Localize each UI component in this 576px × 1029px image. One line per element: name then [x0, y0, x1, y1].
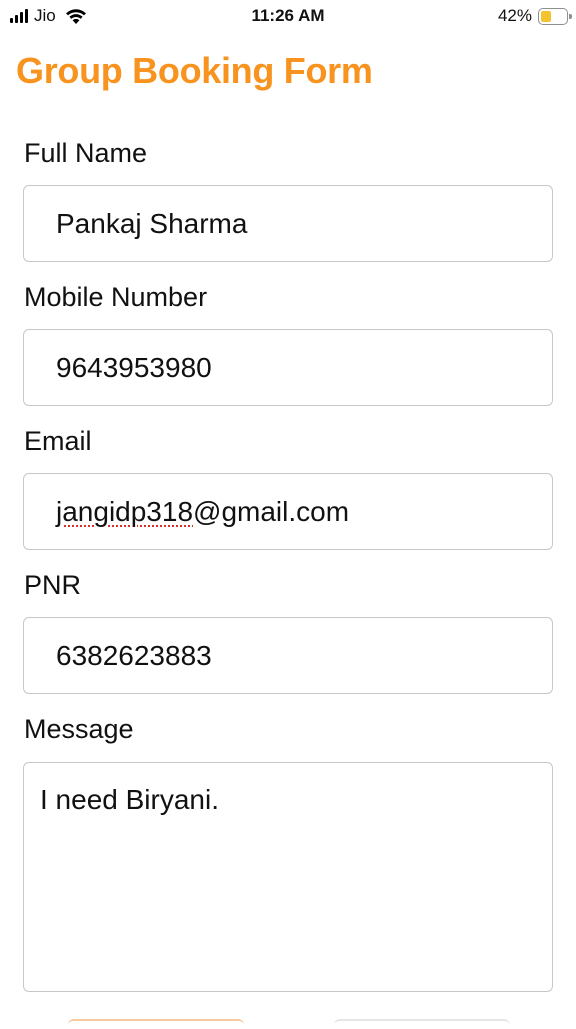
full-name-label: Full Name: [24, 138, 148, 168]
page-title: Group Booking Form: [16, 50, 373, 91]
battery-icon: [538, 7, 572, 25]
status-right: 42%: [497, 5, 572, 27]
reset-button-partial[interactable]: [334, 1019, 510, 1029]
mobile-number-label: Mobile Number: [24, 282, 208, 312]
mobile-number-field[interactable]: 9643953980: [23, 329, 553, 406]
message-value: I need Biryani.: [40, 784, 219, 815]
message-label: Message: [24, 714, 134, 744]
submit-button-partial[interactable]: [68, 1019, 244, 1029]
email-field[interactable]: jangidp318@gmail.com: [23, 473, 553, 550]
status-bar: Jio 11:26 AM 42%: [0, 0, 576, 32]
battery-percent: 42%: [497, 6, 532, 25]
battery-level-fill: [541, 10, 551, 22]
mobile-number-value: 9643953980: [56, 351, 212, 383]
email-domain-part: @gmail.com: [193, 495, 350, 527]
email-label: Email: [24, 426, 92, 456]
full-name-value: Pankaj Sharma: [56, 207, 248, 239]
pnr-field[interactable]: 6382623883: [23, 617, 553, 694]
email-misspelled-part: jangidp318: [56, 495, 194, 527]
email-value: jangidp318@gmail.com: [56, 496, 349, 528]
message-textarea[interactable]: I need Biryani.: [23, 762, 553, 992]
full-name-field[interactable]: Pankaj Sharma: [23, 185, 553, 262]
pnr-label: PNR: [24, 570, 82, 600]
status-time: 11:26 AM: [251, 6, 325, 25]
pnr-value: 6382623883: [56, 639, 212, 671]
